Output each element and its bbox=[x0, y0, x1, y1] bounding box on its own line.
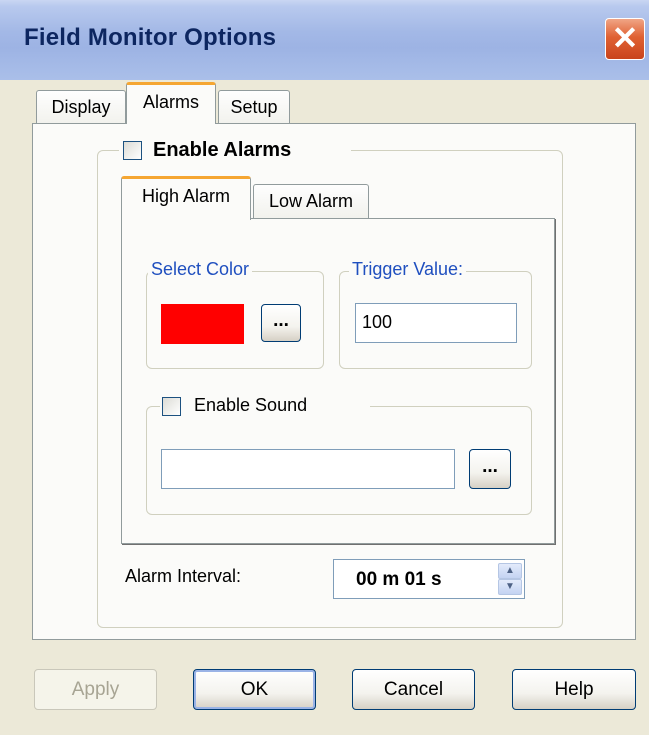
high-alarm-panel: Select Color ... Trigger Value: 100 Enab… bbox=[121, 218, 555, 544]
alarm-interval-label: Alarm Interval: bbox=[125, 566, 242, 586]
ok-button[interactable]: OK bbox=[193, 669, 316, 710]
tab-setup[interactable]: Setup bbox=[218, 90, 290, 126]
chevron-down-icon: ▼ bbox=[505, 581, 515, 592]
alarm-interval-value: 00 m 01 s bbox=[356, 569, 442, 590]
browse-color-button[interactable]: ... bbox=[261, 304, 301, 342]
enable-alarms-checkbox[interactable] bbox=[123, 141, 142, 160]
tab-alarms[interactable]: Alarms bbox=[126, 82, 216, 124]
color-swatch[interactable] bbox=[161, 304, 244, 344]
enable-alarms-label: Enable Alarms bbox=[153, 139, 292, 161]
select-color-legend: Select Color bbox=[148, 259, 253, 280]
enable-sound-label: Enable Sound bbox=[194, 395, 308, 415]
enable-sound-toggle[interactable]: Enable Sound bbox=[160, 392, 370, 420]
tab-high-alarm[interactable]: High Alarm bbox=[121, 176, 251, 220]
close-button[interactable]: ✕ bbox=[605, 18, 645, 60]
title-bar[interactable]: Field Monitor Options ✕ bbox=[0, 0, 649, 80]
window-title: Field Monitor Options bbox=[24, 24, 277, 51]
enable-sound-checkbox[interactable] bbox=[162, 397, 181, 416]
apply-button[interactable]: Apply bbox=[34, 669, 157, 710]
spin-up-button[interactable]: ▲ bbox=[498, 563, 522, 579]
alarms-tab-panel: Enable Alarms High Alarm Low Alarm Selec… bbox=[32, 123, 636, 640]
help-button[interactable]: Help bbox=[512, 669, 636, 710]
trigger-value-legend: Trigger Value: bbox=[349, 259, 467, 280]
trigger-value-input[interactable]: 100 bbox=[355, 303, 517, 343]
cancel-button[interactable]: Cancel bbox=[352, 669, 475, 710]
tab-low-alarm[interactable]: Low Alarm bbox=[253, 184, 369, 220]
browse-sound-button[interactable]: ... bbox=[469, 449, 511, 489]
spin-down-button[interactable]: ▼ bbox=[498, 579, 522, 595]
alarm-interval-field[interactable]: 00 m 01 s ▲ ▼ bbox=[333, 559, 525, 599]
tab-display[interactable]: Display bbox=[36, 90, 126, 126]
enable-alarms-toggle[interactable]: Enable Alarms bbox=[119, 138, 351, 164]
chevron-up-icon: ▲ bbox=[505, 565, 515, 576]
close-icon: ✕ bbox=[611, 20, 639, 56]
sound-file-input[interactable] bbox=[161, 449, 455, 489]
dialog-window: Field Monitor Options ✕ Display Alarms S… bbox=[0, 0, 649, 735]
